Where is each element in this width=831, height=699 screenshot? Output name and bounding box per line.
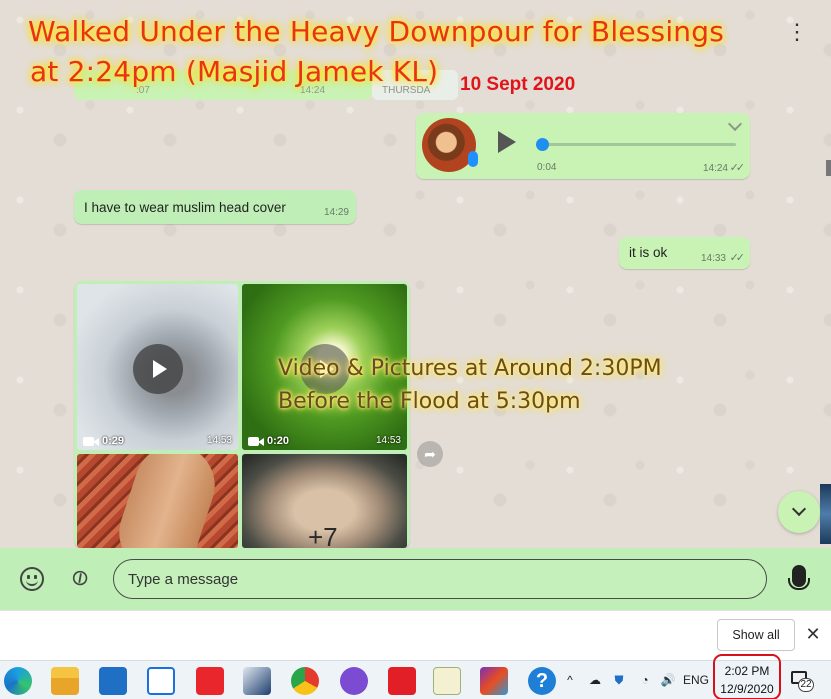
- dropbox-icon[interactable]: [147, 667, 175, 695]
- incoming-message: I have to wear muslim head cover 14:29: [74, 190, 356, 224]
- notification-count: 22: [798, 678, 814, 692]
- chat-area: :07 14:24 THURSDA ⋮ Walked Under the Hea…: [0, 0, 831, 548]
- message-time: 14:33: [700, 253, 726, 264]
- scroll-down-button[interactable]: [778, 491, 820, 533]
- media-time: 14:53: [375, 435, 401, 446]
- language-indicator[interactable]: ENG: [682, 669, 710, 691]
- voice-note-message: 0:04 14:24 ✓✓: [416, 113, 750, 179]
- show-all-button[interactable]: Show all: [717, 619, 795, 651]
- wps-office-icon[interactable]: [196, 667, 224, 695]
- help-icon[interactable]: ?: [528, 667, 556, 695]
- clock[interactable]: 2:02 PM 12/9/2020: [713, 654, 781, 699]
- chevron-up-icon[interactable]: ^: [563, 669, 577, 691]
- media-album-message: 0:29 14:53 0:20 14:53 +7: [74, 281, 410, 548]
- shield-icon[interactable]: ⛊: [610, 669, 628, 691]
- download-bar: Show all ✕: [0, 610, 831, 660]
- audio-progress-track[interactable]: [540, 143, 736, 146]
- microphone-icon[interactable]: [788, 565, 810, 590]
- photo-thumbnail[interactable]: [77, 454, 238, 548]
- chrome-icon[interactable]: [291, 667, 319, 695]
- photo-content: [108, 454, 226, 548]
- scrollbar-thumb[interactable]: [826, 160, 831, 176]
- media-time: 14:53: [206, 435, 232, 446]
- wifi-icon[interactable]: ◔: [636, 669, 654, 691]
- video-thumbnail[interactable]: 0:29 14:53: [77, 284, 238, 450]
- video-camera-icon: [248, 436, 264, 446]
- edge-icon[interactable]: [4, 667, 32, 695]
- emoji-icon[interactable]: [20, 567, 44, 591]
- message-composer: ⊘: [0, 548, 831, 610]
- video-length: 0:20: [267, 435, 290, 447]
- message-text: I have to wear muslim head cover: [84, 200, 286, 215]
- double-check-icon: ✓✓: [729, 162, 746, 174]
- viber-icon[interactable]: [340, 667, 368, 695]
- audio-progress-knob[interactable]: [536, 138, 549, 151]
- clock-date: 12/9/2020: [720, 682, 774, 696]
- video-camera-icon: [83, 436, 99, 446]
- overlay-caption-line-2: Before the Flood at 5:30pm: [278, 389, 581, 414]
- message-time: 14:24: [702, 163, 728, 174]
- play-icon[interactable]: [133, 344, 183, 394]
- photo-thumbnail[interactable]: +7: [242, 454, 407, 548]
- more-media-count: +7: [308, 522, 338, 548]
- message-time: 14:29: [323, 207, 349, 218]
- menu-dots-icon[interactable]: ⋮: [786, 18, 808, 46]
- video-length: 0:29: [102, 435, 125, 447]
- mail-icon[interactable]: [99, 667, 127, 695]
- notification-center-button[interactable]: 22: [789, 669, 815, 693]
- side-window-strip: [820, 484, 831, 544]
- close-icon[interactable]: ✕: [805, 624, 821, 644]
- double-check-icon: ✓✓: [729, 252, 746, 264]
- notes-app-icon[interactable]: [433, 667, 461, 695]
- overlay-date: 10 Sept 2020: [460, 74, 576, 95]
- overlay-caption-line-1: Video & Pictures at Around 2:30PM: [278, 356, 662, 381]
- play-icon[interactable]: [498, 131, 516, 153]
- message-input[interactable]: [113, 559, 767, 599]
- microphone-badge-icon: [468, 151, 478, 167]
- volume-icon[interactable]: 🔊: [658, 669, 678, 691]
- cloud-icon[interactable]: ☁: [586, 669, 604, 691]
- voice-duration: 0:04: [537, 162, 557, 173]
- message-text: it is ok: [629, 245, 668, 260]
- chevron-down-icon[interactable]: [727, 116, 743, 132]
- forward-icon[interactable]: ➦: [417, 441, 443, 467]
- windows-taskbar: ? ^ ☁ ⛊ ◔ 🔊 ENG 2:02 PM 12/9/2020 22: [0, 654, 831, 699]
- file-explorer-icon[interactable]: [51, 667, 79, 695]
- paperclip-icon[interactable]: ⊘: [63, 560, 98, 595]
- clock-time: 2:02 PM: [724, 664, 770, 678]
- snipping-tool-icon[interactable]: [243, 667, 271, 695]
- overlay-title-line-1: Walked Under the Heavy Downpour for Bles…: [28, 15, 725, 48]
- archive-app-icon[interactable]: [480, 667, 508, 695]
- outgoing-message: it is ok 14:33 ✓✓: [619, 237, 750, 269]
- overlay-title-line-2: at 2:24pm (Masjid Jamek KL): [30, 55, 439, 88]
- red-app-icon[interactable]: [388, 667, 416, 695]
